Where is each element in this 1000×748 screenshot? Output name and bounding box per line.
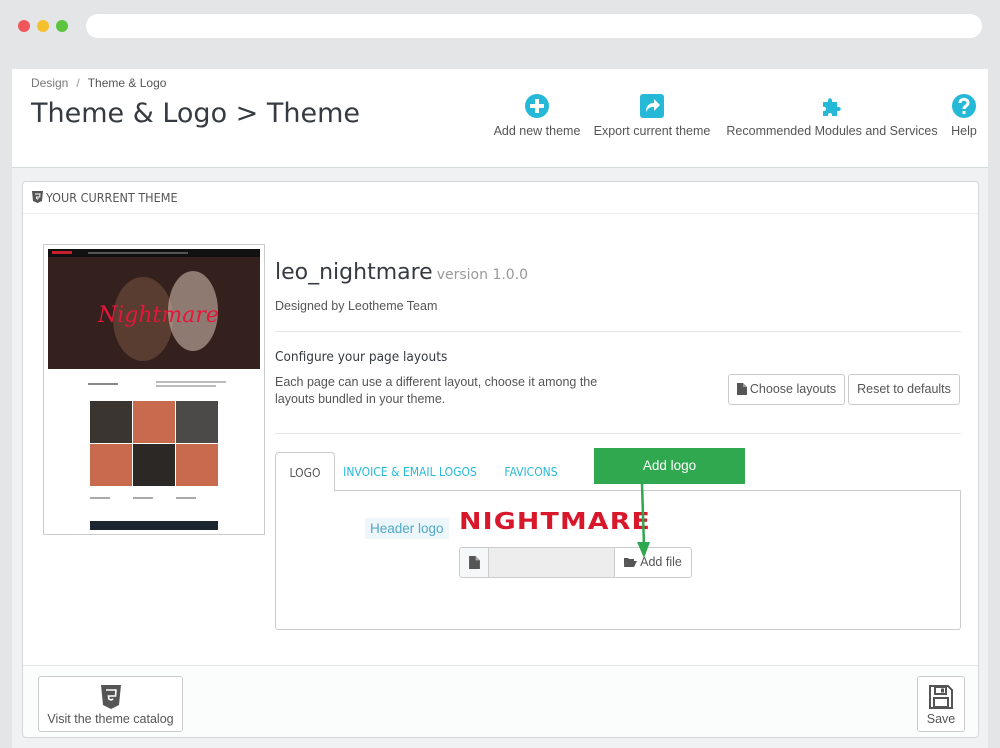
file-icon xyxy=(469,556,480,574)
save-button[interactable]: Save xyxy=(917,676,965,732)
file-icon xyxy=(736,383,747,398)
add-logo-callout-label: Add logo xyxy=(642,458,697,473)
theme-preview-thumbnail: Nightmare xyxy=(43,244,265,535)
html5-icon xyxy=(32,191,43,203)
layouts-title: Configure your page layouts xyxy=(275,349,448,365)
visit-theme-catalog-label: Visit the theme catalog xyxy=(47,712,174,726)
choose-layouts-label: Choose layouts xyxy=(749,382,837,396)
browser-chrome xyxy=(0,0,1000,52)
theme-name: leo_nightmare version 1.0.0 xyxy=(275,260,528,285)
theme-preview-image: Nightmare xyxy=(48,249,260,530)
tab-logo[interactable]: LOGO xyxy=(275,452,335,492)
help-label: Help xyxy=(951,124,977,138)
reset-defaults-label: Reset to defaults xyxy=(857,382,951,396)
choose-layouts-button[interactable]: Choose layouts xyxy=(728,374,845,405)
panel-footer: Visit the theme catalog Save xyxy=(23,665,978,737)
theme-preview-title: Nightmare xyxy=(97,303,219,328)
page-title: Theme & Logo > Theme xyxy=(31,98,361,129)
tab-invoice-email-logos[interactable]: INVOICE & EMAIL LOGOS xyxy=(343,452,477,491)
breadcrumb-separator: / xyxy=(76,76,80,90)
save-label: Save xyxy=(926,712,956,726)
theme-name-text: leo_nightmare xyxy=(275,260,433,285)
address-bar[interactable] xyxy=(86,14,982,38)
add-new-theme-label: Add new theme xyxy=(493,124,581,138)
callout-arrow-icon xyxy=(633,483,653,560)
page-header: Design / Theme & Logo Theme & Logo > Theme… xyxy=(12,69,988,168)
html5-icon xyxy=(99,685,123,709)
maximize-window-button[interactable] xyxy=(56,20,68,32)
header-logo-image: NIGHTMARE xyxy=(459,508,655,535)
breadcrumb-current: Theme & Logo xyxy=(87,76,167,90)
logo-file-upload: Add file xyxy=(459,547,692,578)
panel-heading: YOUR CURRENT THEME xyxy=(23,182,978,214)
visit-theme-catalog-button[interactable]: Visit the theme catalog xyxy=(38,676,183,732)
recommended-modules-button[interactable]: Recommended Modules and Services xyxy=(726,93,938,138)
file-type-box xyxy=(459,547,489,578)
header-logo-text: NIGHTMARE xyxy=(459,509,651,532)
panel-heading-text: YOUR CURRENT THEME xyxy=(46,190,178,205)
recommended-modules-label: Recommended Modules and Services xyxy=(726,124,938,138)
theme-version: version 1.0.0 xyxy=(436,267,529,283)
divider xyxy=(275,331,961,332)
logo-file-field[interactable] xyxy=(488,547,615,578)
breadcrumb: Design / Theme & Logo xyxy=(31,76,166,90)
tab-invoice-email-logos-label: INVOICE & EMAIL LOGOS xyxy=(343,465,477,479)
plus-circle-icon xyxy=(524,93,550,119)
divider xyxy=(275,433,961,434)
help-button[interactable]: Help xyxy=(947,93,981,138)
reset-defaults-button[interactable]: Reset to defaults xyxy=(848,374,960,405)
minimize-window-button[interactable] xyxy=(37,20,49,32)
current-theme-panel: YOUR CURRENT THEME Nightmare leo_nightma… xyxy=(22,181,979,738)
close-window-button[interactable] xyxy=(18,20,30,32)
breadcrumb-design[interactable]: Design xyxy=(31,76,68,90)
theme-designer: Designed by Leotheme Team xyxy=(275,299,438,313)
toolbar: Add new theme Export current theme Recom… xyxy=(488,93,988,153)
save-icon xyxy=(929,685,953,709)
header-logo-label: Header logo xyxy=(365,518,449,539)
share-icon xyxy=(639,93,665,119)
puzzle-icon xyxy=(819,93,845,119)
page-viewport: Design / Theme & Logo Theme & Logo > Theme… xyxy=(12,69,988,748)
export-theme-label: Export current theme xyxy=(593,124,711,138)
add-new-theme-button[interactable]: Add new theme xyxy=(488,93,586,138)
tab-favicons[interactable]: FAVICONS xyxy=(497,452,565,491)
help-icon xyxy=(951,93,977,119)
layouts-description: Each page can use a different layout, ch… xyxy=(275,375,598,406)
tab-favicons-label: FAVICONS xyxy=(504,465,558,479)
tab-logo-label: LOGO xyxy=(289,466,321,480)
add-file-button[interactable]: Add file xyxy=(614,547,692,578)
add-logo-callout: Add logo xyxy=(594,448,745,484)
export-theme-button[interactable]: Export current theme xyxy=(591,93,713,138)
